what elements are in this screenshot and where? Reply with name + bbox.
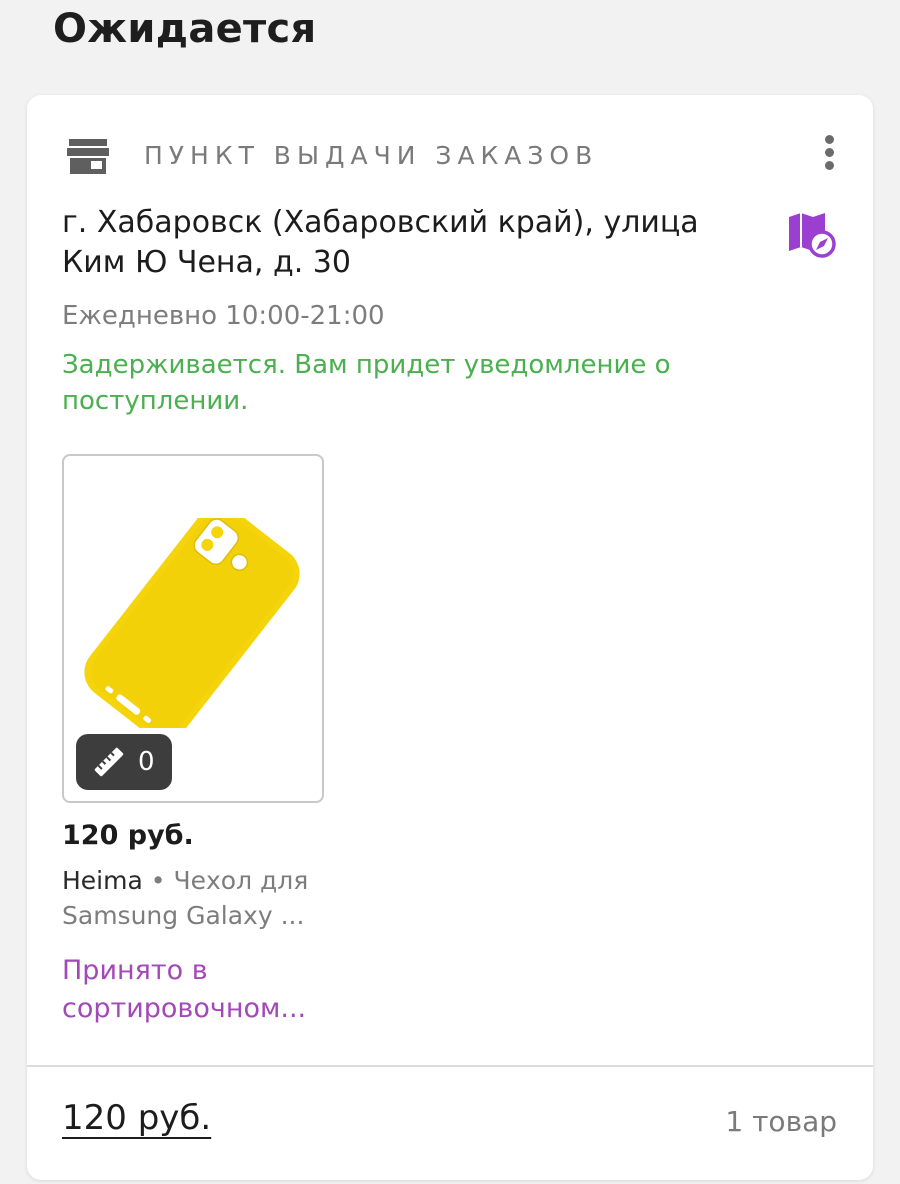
working-hours: Ежедневно 10:00-21:00 — [62, 301, 385, 331]
product-status: Принято в сортировочном... — [62, 955, 307, 1024]
product-thumbnail[interactable]: 0 — [62, 454, 324, 803]
ruler-icon — [94, 747, 124, 777]
pickup-type-label: ПУНКТ ВЫДАЧИ ЗАКАЗОВ — [144, 141, 599, 170]
more-vertical-icon — [824, 135, 834, 144]
product-brand: Heima — [62, 866, 143, 895]
order-card: ПУНКТ ВЫДАЧИ ЗАКАЗОВ г. Хабаровск (Хабар… — [27, 95, 873, 1180]
order-total[interactable]: 120 руб. — [62, 1098, 211, 1138]
size-count: 0 — [138, 747, 155, 777]
delay-notice: Задерживается. Вам придет уведомление о … — [62, 350, 671, 416]
divider — [27, 1065, 873, 1067]
product-price: 120 руб. — [62, 820, 194, 851]
store-icon — [67, 139, 109, 174]
separator-dot: • — [150, 866, 166, 895]
section-title: Ожидается — [53, 6, 317, 52]
pickup-address: г. Хабаровск (Хабаровский край), улица К… — [62, 205, 699, 280]
product-name: Heima • Чехол для Samsung Galaxy ... — [62, 863, 332, 933]
items-count: 1 товар — [725, 1105, 837, 1138]
more-options-button[interactable] — [817, 135, 841, 175]
size-badge[interactable]: 0 — [76, 734, 172, 790]
phone-case-image — [84, 518, 300, 728]
map-compass-icon[interactable] — [787, 211, 837, 259]
